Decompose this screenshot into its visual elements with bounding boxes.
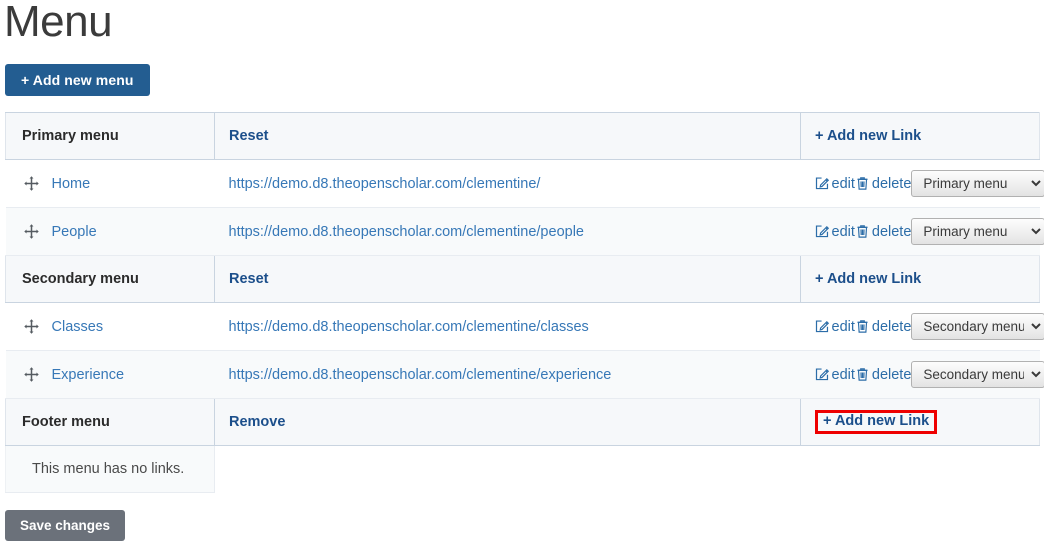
add-new-menu-button[interactable]: + Add new menu (5, 64, 150, 96)
menu-link-url: https://demo.d8.theopenscholar.com/cleme… (229, 367, 612, 383)
menu-group-name: Footer menu (6, 399, 215, 446)
drag-move-icon[interactable] (24, 367, 39, 382)
delete-link[interactable]: delete (855, 176, 912, 192)
empty-menu-row: This menu has no links. (6, 446, 1040, 493)
menu-link-url: https://demo.d8.theopenscholar.com/cleme… (229, 176, 541, 192)
highlight-outline: + Add new Link (815, 410, 937, 434)
delete-label: delete (872, 319, 912, 335)
add-new-link[interactable]: + Add new Link (823, 413, 929, 429)
delete-link[interactable]: delete (855, 367, 912, 383)
trash-icon (855, 319, 870, 334)
edit-link[interactable]: edit (815, 176, 855, 192)
menu-group-header-row: Primary menu Reset + Add new Link (6, 113, 1040, 160)
page-title: Menu (4, 0, 112, 50)
add-new-link[interactable]: + Add new Link (815, 128, 921, 144)
edit-label: edit (832, 319, 855, 335)
delete-label: delete (872, 367, 912, 383)
add-new-link[interactable]: + Add new Link (815, 271, 921, 287)
menus-table: Primary menu Reset + Add new Link Home https… (5, 112, 1040, 493)
menu-link-row: Experience https://demo.d8.theopenscholar… (6, 351, 1040, 399)
delete-link[interactable]: delete (855, 319, 912, 335)
pencil-square-icon (815, 319, 830, 334)
menu-admin-page: Menu + Add new menu Primary menu Reset + A… (0, 0, 1044, 548)
menu-link-title[interactable]: Experience (52, 367, 125, 383)
trash-icon (855, 367, 870, 382)
menu-group-name: Secondary menu (6, 256, 215, 303)
edit-link[interactable]: edit (815, 319, 855, 335)
parent-menu-select[interactable]: Primary menuSecondary menuFooter menu (911, 170, 1044, 197)
menu-group-action-link[interactable]: Remove (229, 414, 285, 430)
parent-menu-select[interactable]: Primary menuSecondary menuFooter menu (911, 313, 1044, 340)
menu-group-name: Primary menu (6, 113, 215, 160)
menu-link-title[interactable]: People (52, 224, 97, 240)
pencil-square-icon (815, 224, 830, 239)
menu-group-header-row: Secondary menu Reset + Add new Link (6, 256, 1040, 303)
save-changes-button[interactable]: Save changes (5, 510, 125, 541)
delete-label: delete (872, 224, 912, 240)
menu-link-row: Home https://demo.d8.theopenscholar.com/c… (6, 160, 1040, 208)
delete-link[interactable]: delete (855, 224, 912, 240)
edit-label: edit (832, 176, 855, 192)
parent-menu-select[interactable]: Primary menuSecondary menuFooter menu (911, 361, 1044, 388)
menu-group-header-row: Footer menu Remove + Add new Link (6, 399, 1040, 446)
menu-group-action-link[interactable]: Reset (229, 128, 269, 144)
empty-menu-message: This menu has no links. (6, 446, 215, 493)
edit-link[interactable]: edit (815, 224, 855, 240)
menu-link-title[interactable]: Home (52, 176, 91, 192)
drag-move-icon[interactable] (24, 176, 39, 191)
edit-label: edit (832, 224, 855, 240)
drag-move-icon[interactable] (24, 224, 39, 239)
menu-group-action-link[interactable]: Reset (229, 271, 269, 287)
menu-link-url: https://demo.d8.theopenscholar.com/cleme… (229, 224, 584, 240)
drag-move-icon[interactable] (24, 319, 39, 334)
menu-link-title[interactable]: Classes (52, 319, 104, 335)
delete-label: delete (872, 176, 912, 192)
parent-menu-select[interactable]: Primary menuSecondary menuFooter menu (911, 218, 1044, 245)
edit-link[interactable]: edit (815, 367, 855, 383)
trash-icon (855, 224, 870, 239)
edit-label: edit (832, 367, 855, 383)
pencil-square-icon (815, 176, 830, 191)
menu-link-row: People https://demo.d8.theopenscholar.com… (6, 208, 1040, 256)
menu-link-url: https://demo.d8.theopenscholar.com/cleme… (229, 319, 589, 335)
trash-icon (855, 176, 870, 191)
pencil-square-icon (815, 367, 830, 382)
menu-link-row: Classes https://demo.d8.theopenscholar.co… (6, 303, 1040, 351)
